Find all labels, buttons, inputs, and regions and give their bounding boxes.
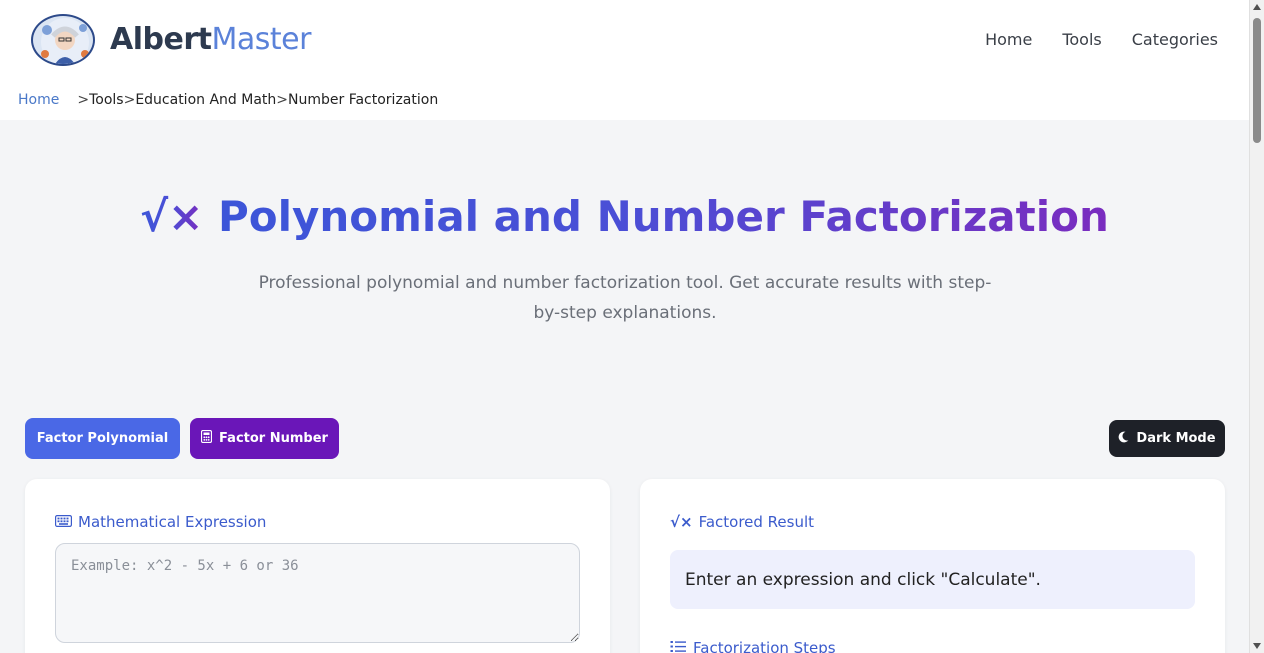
moon-icon xyxy=(1118,431,1129,447)
result-output: Enter an expression and click "Calculate… xyxy=(670,550,1195,609)
steps-header: Factorization Steps xyxy=(670,639,836,653)
square-root-icon: √× xyxy=(140,192,204,241)
dark-mode-button[interactable]: Dark Mode xyxy=(1109,420,1225,457)
logo-avatar-icon[interactable] xyxy=(31,14,95,66)
brand-name[interactable]: AlbertMaster xyxy=(110,22,311,57)
factor-polynomial-label: Factor Polynomial xyxy=(36,431,169,446)
page-title-text: Polynomial and Number Factorization xyxy=(218,192,1109,241)
scrollbar-thumb[interactable] xyxy=(1253,18,1261,143)
calculator-icon xyxy=(200,429,213,447)
nav-home[interactable]: Home xyxy=(985,30,1032,49)
scroll-up-arrow-icon[interactable] xyxy=(1253,4,1261,10)
page-subtitle: Professional polynomial and number facto… xyxy=(258,273,992,323)
page-scrollbar[interactable] xyxy=(1249,0,1264,653)
nav-categories[interactable]: Categories xyxy=(1132,30,1218,49)
breadcrumb-current: Number Factorization xyxy=(288,92,439,108)
breadcrumb-separator: > xyxy=(276,92,289,108)
dark-mode-label: Dark Mode xyxy=(1136,431,1216,446)
main-nav: Home Tools Categories xyxy=(985,30,1218,49)
breadcrumb-tools[interactable]: Tools xyxy=(89,92,124,108)
breadcrumb-home[interactable]: Home xyxy=(18,92,59,108)
scroll-down-arrow-icon[interactable] xyxy=(1253,643,1261,649)
result-card-header: √× Factored Result xyxy=(670,513,814,531)
steps-label: Factorization Steps xyxy=(693,639,836,653)
factor-number-label: Factor Number xyxy=(219,431,328,446)
expression-input[interactable] xyxy=(55,543,580,643)
input-card-header: Mathematical Expression xyxy=(55,513,266,531)
nav-tools[interactable]: Tools xyxy=(1062,30,1101,49)
brand-name-part1: Albert xyxy=(110,22,212,57)
breadcrumb-separator: > xyxy=(123,92,136,108)
factor-polynomial-button[interactable]: Factor Polynomial xyxy=(25,418,180,459)
breadcrumb-separator: > xyxy=(77,92,90,108)
input-card-label: Mathematical Expression xyxy=(78,513,267,531)
breadcrumb-education-and-math[interactable]: Education And Math xyxy=(135,92,276,108)
input-card: Mathematical Expression xyxy=(25,479,610,653)
square-root-icon: √× xyxy=(670,513,693,531)
result-card: √× Factored Result Enter an expression a… xyxy=(640,479,1225,653)
result-card-label: Factored Result xyxy=(698,513,815,531)
keyboard-icon xyxy=(55,513,73,531)
factor-number-button[interactable]: Factor Number xyxy=(190,418,339,459)
breadcrumb: Home >Tools>Education And Math>Number Fac… xyxy=(0,80,1249,120)
page-title: √× Polynomial and Number Factorization xyxy=(0,192,1249,241)
brand-name-part2: Master xyxy=(211,22,311,57)
site-header: AlbertMaster Home Tools Categories xyxy=(0,0,1249,80)
list-ordered-icon xyxy=(670,639,687,653)
